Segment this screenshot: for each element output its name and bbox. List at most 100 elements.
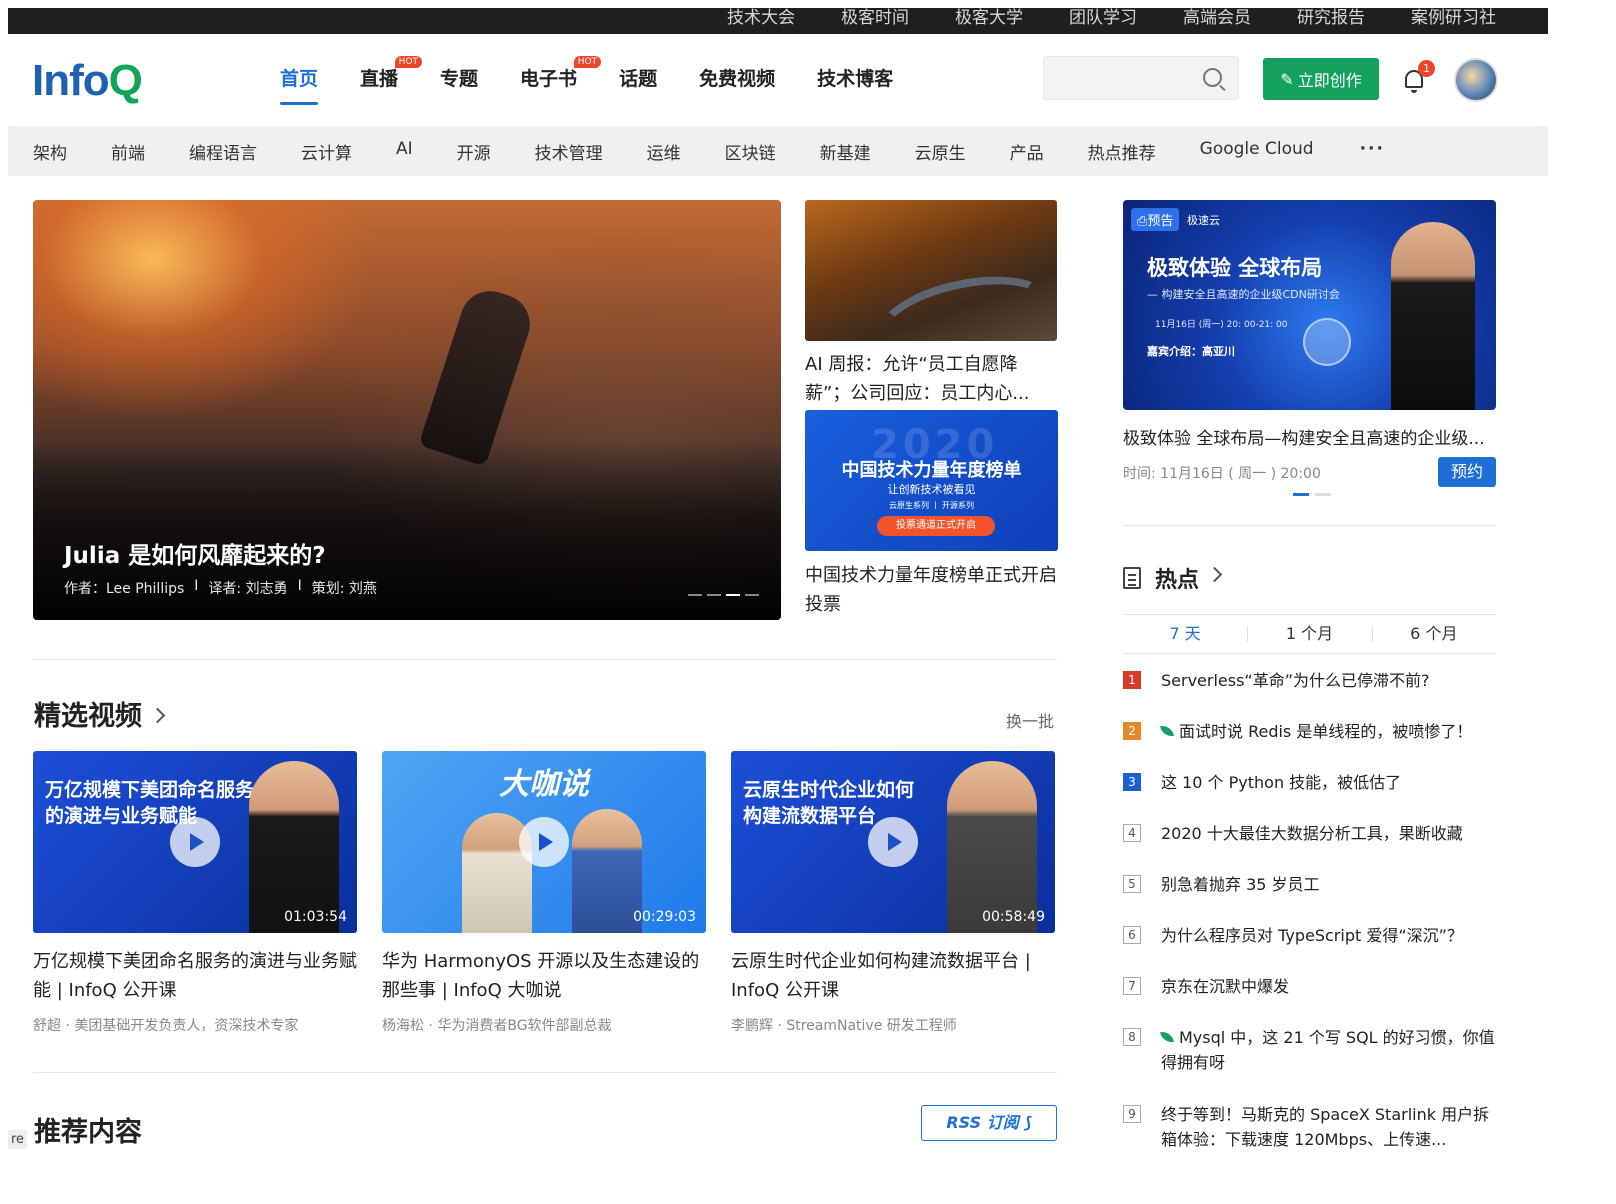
play-icon[interactable] <box>170 817 220 867</box>
nav-tech-blog[interactable]: 技术博客 <box>817 64 893 91</box>
video-thumbnail[interactable]: 云原生时代企业如何 构建流数据平台 00:58:49 <box>731 751 1055 933</box>
hot-badge: HOT <box>394 56 423 68</box>
notification-button[interactable]: 1 <box>1402 60 1435 94</box>
leaf-icon <box>1160 724 1174 738</box>
hero-meta: 作者：Lee Phillips I 译者: 刘志勇 I 策划: 刘燕 <box>64 578 377 597</box>
video-card[interactable]: 云原生时代企业如何 构建流数据平台 00:58:49 云原生时代企业如何构建流数… <box>731 751 1055 1035</box>
side-article-title[interactable]: 中国技术力量年度榜单正式开启投票 <box>805 561 1057 619</box>
category-product[interactable]: 产品 <box>1010 139 1044 164</box>
side-article-thumb[interactable] <box>805 200 1057 341</box>
video-meta: 杨海松 · 华为消费者BG软件部副总裁 <box>382 1018 612 1034</box>
list-item[interactable]: 4 2020 十大最佳大数据分析工具，果断收藏 <box>1123 821 1496 846</box>
video-card[interactable]: 大咖说 00:29:03 华为 HarmonyOS 开源以及生态建设的那些事 |… <box>382 751 706 1035</box>
nav-free-videos[interactable]: 免费视频 <box>699 64 775 91</box>
rank-badge: 6 <box>1123 926 1141 944</box>
list-item[interactable]: 6 为什么程序员对 TypeScript 爱得“深沉”？ <box>1123 923 1496 948</box>
category-languages[interactable]: 编程语言 <box>189 139 257 164</box>
rss-subscribe-button[interactable]: RSS 订阅 ⟆ <box>921 1105 1057 1141</box>
notification-badge: 1 <box>1418 60 1435 77</box>
rank-badge: 8 <box>1123 1028 1141 1046</box>
nav-live[interactable]: 直播 HOT <box>360 56 423 91</box>
carousel-dot[interactable] <box>1293 493 1309 496</box>
carousel-dot[interactable] <box>707 594 721 596</box>
nav-home[interactable]: 首页 <box>280 64 319 105</box>
top-link[interactable]: 高端会员 <box>1183 8 1251 28</box>
category-google-cloud[interactable]: Google Cloud <box>1200 139 1314 164</box>
side-article-title[interactable]: AI 周报：允许“员工自愿降薪”；公司回应：员工内心... <box>805 350 1057 408</box>
main-nav: 首页 直播 HOT 专题 电子书 HOT 话题 免费视频 技术博客 <box>280 56 935 105</box>
chevron-right-icon <box>1206 566 1223 582</box>
category-ops[interactable]: 运维 <box>647 139 681 164</box>
video-thumbnail[interactable]: 万亿规模下美团命名服务 的演进与业务赋能 01:03:54 <box>33 751 357 933</box>
nav-talks[interactable]: 话题 <box>619 64 657 91</box>
reserve-button[interactable]: 预约 <box>1438 457 1496 487</box>
category-cloud[interactable]: 云计算 <box>301 139 352 164</box>
carousel-dot[interactable] <box>726 594 740 596</box>
category-frontend[interactable]: 前端 <box>111 139 145 164</box>
tab-6-months[interactable]: 6 个月 <box>1371 615 1496 653</box>
hot-badge: HOT <box>573 56 602 68</box>
category-ai[interactable]: AI <box>396 139 413 164</box>
chevron-right-icon <box>149 707 166 724</box>
list-item[interactable]: 8 Mysql 中，这 21 个写 SQL 的好习惯，你值得拥有呀 <box>1123 1025 1496 1075</box>
video-title[interactable]: 华为 HarmonyOS 开源以及生态建设的那些事 | InfoQ 大咖说 <box>382 947 706 1005</box>
list-item[interactable]: 2 面试时说 Redis 是单线程的，被喷惨了！ <box>1123 719 1496 744</box>
top-link[interactable]: 案例研习社 <box>1411 8 1496 28</box>
rank-badge: 1 <box>1123 671 1141 689</box>
more-categories-icon[interactable]: ··· <box>1360 139 1385 164</box>
infoq-logo[interactable]: InfoQ <box>32 56 143 106</box>
video-title[interactable]: 万亿规模下美团命名服务的演进与业务赋能 | InfoQ 公开课 <box>33 947 357 1005</box>
speaker-photo <box>249 761 339 933</box>
hero-title[interactable]: Julia 是如何风靡起来的? <box>64 536 326 570</box>
tab-7-days[interactable]: 7 天 <box>1123 615 1247 653</box>
video-title[interactable]: 云原生时代企业如何构建流数据平台 | InfoQ 公开课 <box>731 947 1055 1005</box>
category-blockchain[interactable]: 区块链 <box>725 139 776 164</box>
pen-icon: ✎ <box>1280 69 1294 89</box>
featured-videos-header[interactable]: 精选视频 <box>34 694 166 733</box>
category-bar: 架构 前端 编程语言 云计算 AI 开源 技术管理 运维 区块链 新基建 云原生… <box>8 126 1548 176</box>
hero-carousel[interactable]: Julia 是如何风靡起来的? 作者：Lee Phillips I 译者: 刘志… <box>33 200 781 620</box>
create-button[interactable]: ✎ 立即创作 <box>1263 58 1379 100</box>
document-icon <box>1123 567 1141 589</box>
leaf-icon <box>1160 1030 1174 1044</box>
list-item[interactable]: 5 别急着抛弃 35 岁员工 <box>1123 872 1496 897</box>
play-icon[interactable] <box>519 817 569 867</box>
carousel-dot[interactable] <box>745 594 759 596</box>
video-thumbnail[interactable]: 大咖说 00:29:03 <box>382 751 706 933</box>
tab-1-month[interactable]: 1 个月 <box>1247 615 1371 653</box>
top-link[interactable]: 团队学习 <box>1069 8 1137 28</box>
search-input[interactable] <box>1043 56 1239 100</box>
list-item[interactable]: 3这 10 个 Python 技能，被低估了 <box>1123 770 1496 795</box>
carousel-dot[interactable] <box>688 594 702 596</box>
top-link[interactable]: 研究报告 <box>1297 8 1365 28</box>
video-meta: 李鹏辉 · StreamNative 研发工程师 <box>731 1018 957 1034</box>
rank-badge: 2 <box>1123 722 1141 740</box>
list-item[interactable]: 7 京东在沉默中爆发 <box>1123 974 1496 999</box>
play-icon[interactable] <box>868 817 918 867</box>
side-article-thumb[interactable]: 2020 中国技术力量年度榜单 让创新技术被看见 云原生系列 丨 开源系列 投票… <box>805 410 1058 551</box>
video-duration: 00:58:49 <box>982 909 1045 925</box>
top-link[interactable]: 技术大会 <box>727 8 795 28</box>
carousel-dot[interactable] <box>1315 493 1331 496</box>
list-item[interactable]: 1 Serverless“革命”为什么已停滞不前? <box>1123 668 1496 693</box>
live-preview-banner[interactable]: ⎙预告 极速云 极致体验 全球布局 — 构建安全且高速的企业级CDN研讨会 11… <box>1123 200 1496 410</box>
category-management[interactable]: 技术管理 <box>535 139 603 164</box>
category-opensource[interactable]: 开源 <box>457 139 491 164</box>
hot-header[interactable]: 热点 <box>1123 562 1223 594</box>
search-icon[interactable] <box>1203 68 1222 87</box>
top-link[interactable]: 极客大学 <box>955 8 1023 28</box>
edge-tab[interactable]: re <box>8 1130 28 1149</box>
list-item[interactable]: 9 终于等到！马斯克的 SpaceX Starlink 用户拆箱体验：下载速度 1… <box>1123 1102 1496 1152</box>
refresh-batch-button[interactable]: 换一批 <box>1006 708 1054 732</box>
nav-topics[interactable]: 专题 <box>440 64 478 91</box>
avatar[interactable] <box>1454 58 1498 102</box>
category-architecture[interactable]: 架构 <box>33 139 67 164</box>
nav-ebooks[interactable]: 电子书 HOT <box>520 56 602 91</box>
category-cloud-native[interactable]: 云原生 <box>915 139 966 164</box>
category-trending[interactable]: 热点推荐 <box>1088 139 1156 164</box>
live-title[interactable]: 极致体验 全球布局—构建安全且高速的企业级... <box>1123 424 1496 449</box>
category-new-infra[interactable]: 新基建 <box>820 139 871 164</box>
video-card[interactable]: 万亿规模下美团命名服务 的演进与业务赋能 01:03:54 万亿规模下美团命名服… <box>33 751 357 1035</box>
top-link[interactable]: 极客时间 <box>841 8 909 28</box>
recommend-header: 推荐内容 <box>34 1117 142 1148</box>
